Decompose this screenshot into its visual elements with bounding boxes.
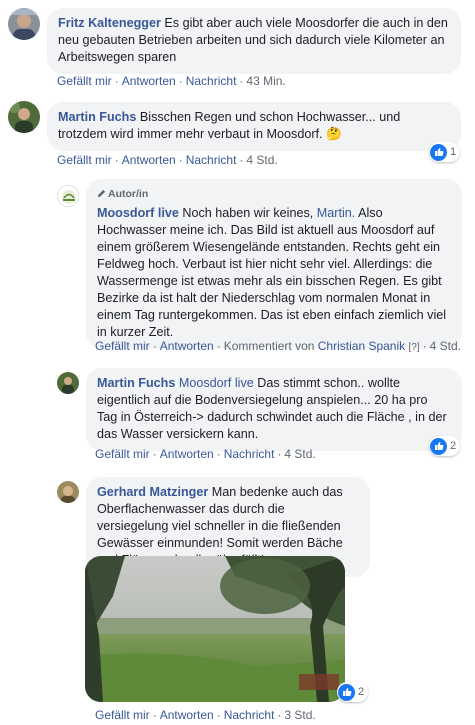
reply-time[interactable]: 3 Std.	[284, 708, 315, 722]
message-link[interactable]: Nachricht	[186, 74, 237, 88]
reply-text-continued: Also Hochwasser meine ich. Das Bild ist …	[97, 206, 447, 339]
reply-link[interactable]: Antworten	[122, 153, 176, 167]
comment-time[interactable]: 43 Min.	[246, 74, 285, 88]
reaction-count[interactable]: 2	[429, 436, 461, 456]
mention-link[interactable]: Moosdorf live	[179, 376, 254, 390]
message-link[interactable]: Nachricht	[224, 708, 275, 722]
like-link[interactable]: Gefällt mir	[95, 447, 150, 461]
like-icon	[430, 143, 447, 161]
reply-link[interactable]: Antworten	[160, 447, 214, 461]
comment-bubble: Martin Fuchs Bisschen Regen und schon Ho…	[47, 102, 461, 151]
like-link[interactable]: Gefällt mir	[95, 708, 150, 722]
like-link[interactable]: Gefällt mir	[95, 339, 150, 353]
reply-bubble: Autor/in Moosdorf live Noch haben wir ke…	[86, 179, 462, 349]
reply-author[interactable]: Moosdorf live	[97, 206, 179, 220]
avatar[interactable]	[57, 481, 79, 503]
author-badge: Autor/in	[97, 186, 451, 203]
reply-author[interactable]: Gerhard Matzinger	[97, 485, 208, 499]
reply-actions: Gefällt mir · Antworten · Kommentiert von Ch…	[95, 339, 461, 353]
comment-author[interactable]: Martin Fuchs	[58, 110, 136, 124]
reply-text: Noch haben wir keines,	[182, 206, 314, 220]
message-link[interactable]: Nachricht	[186, 153, 237, 167]
like-link[interactable]: Gefällt mir	[57, 153, 112, 167]
reply-bubble: Martin Fuchs Moosdorf live Das stimmt sc…	[86, 368, 462, 451]
avatar[interactable]	[8, 8, 40, 40]
commented-by-link[interactable]: Christian Spanik	[318, 339, 405, 353]
comment-bubble: Fritz Kaltenegger Es gibt aber auch viel…	[47, 8, 461, 74]
help-link[interactable]: [?]	[408, 342, 419, 353]
message-link[interactable]: Nachricht	[224, 447, 275, 461]
attached-photo[interactable]	[85, 556, 345, 702]
reply-time[interactable]: 4 Std.	[284, 447, 315, 461]
mention-link[interactable]: Martin.	[317, 206, 356, 220]
comment-time[interactable]: 4 Std.	[246, 153, 277, 167]
reply-link[interactable]: Antworten	[160, 708, 214, 722]
reaction-count[interactable]: 1	[429, 142, 461, 162]
comment-author[interactable]: Fritz Kaltenegger	[58, 16, 161, 30]
comment-actions: Gefällt mir · Antworten · Nachricht · 43 Min.	[57, 74, 286, 88]
like-icon	[338, 683, 355, 701]
page-avatar[interactable]	[57, 185, 79, 207]
avatar[interactable]	[57, 372, 79, 394]
pencil-icon	[97, 189, 106, 198]
reaction-count[interactable]: 2	[337, 682, 369, 702]
reply-link[interactable]: Antworten	[122, 74, 176, 88]
reply-actions: Gefällt mir · Antworten · Nachricht · 4 Std.	[95, 447, 316, 461]
commented-by-label: Kommentiert von	[223, 339, 315, 353]
comment-actions: Gefällt mir · Antworten · Nachricht · 4 Std.	[57, 153, 278, 167]
avatar[interactable]	[8, 101, 40, 133]
reply-author[interactable]: Martin Fuchs	[97, 376, 175, 390]
reply-link[interactable]: Antworten	[160, 339, 214, 353]
like-link[interactable]: Gefällt mir	[57, 74, 112, 88]
reply-actions: Gefällt mir · Antworten · Nachricht · 3 Std.	[95, 708, 316, 722]
like-icon	[430, 437, 447, 455]
reply-time[interactable]: 4 Std.	[430, 339, 461, 353]
